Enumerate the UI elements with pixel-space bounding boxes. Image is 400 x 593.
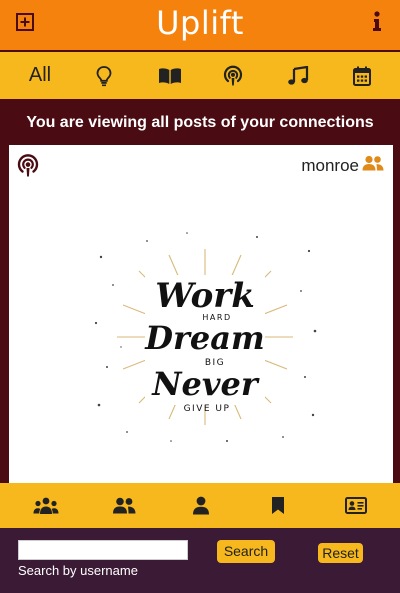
art-word-dream: Dream bbox=[144, 319, 265, 357]
info-button[interactable] bbox=[372, 10, 382, 32]
nav-bookmarks[interactable] bbox=[258, 483, 298, 528]
app-header: Uplift bbox=[0, 0, 400, 50]
connections-icon bbox=[113, 497, 136, 514]
bookmark-icon bbox=[272, 497, 284, 514]
filter-events[interactable] bbox=[350, 52, 374, 99]
post-type-badge bbox=[17, 154, 39, 183]
id-card-icon bbox=[345, 497, 367, 514]
filter-books[interactable] bbox=[157, 52, 183, 99]
groups-icon bbox=[33, 497, 59, 514]
reset-button[interactable]: Reset bbox=[318, 543, 363, 563]
search-hint-label: Search by username bbox=[18, 563, 138, 578]
search-button[interactable]: Search bbox=[217, 540, 275, 563]
podcast-icon bbox=[17, 154, 39, 177]
post-card[interactable]: monroe Work HARD Dream BIG Never GIVE UP bbox=[9, 145, 393, 483]
podcast-icon bbox=[223, 65, 243, 85]
feed-banner: You are viewing all posts of your connec… bbox=[0, 99, 400, 145]
profile-icon bbox=[193, 496, 209, 515]
nav-groups[interactable] bbox=[26, 483, 66, 528]
search-panel: Search by username Search Reset bbox=[0, 530, 400, 593]
art-word-give-up: GIVE UP bbox=[184, 404, 231, 414]
nav-profile[interactable] bbox=[181, 483, 221, 528]
calendar-icon bbox=[353, 66, 371, 86]
nav-connections[interactable] bbox=[104, 483, 144, 528]
info-icon bbox=[373, 11, 381, 31]
art-word-never: Never bbox=[151, 365, 260, 403]
username-search-input[interactable] bbox=[18, 540, 188, 560]
post-image: Work HARD Dream BIG Never GIVE UP bbox=[94, 232, 317, 442]
nav-contacts[interactable] bbox=[336, 483, 376, 528]
book-icon bbox=[159, 67, 181, 84]
filter-music[interactable] bbox=[285, 52, 311, 99]
lightbulb-icon bbox=[96, 65, 112, 86]
connections-icon bbox=[362, 155, 384, 171]
music-icon bbox=[288, 65, 309, 85]
bottom-nav bbox=[0, 483, 400, 528]
app-title: Uplift bbox=[156, 4, 244, 42]
art-word-work: Work bbox=[155, 276, 255, 316]
post-author[interactable]: monroe bbox=[301, 156, 359, 176]
category-filter-bar: All bbox=[0, 52, 400, 99]
filter-podcasts[interactable] bbox=[220, 52, 246, 99]
author-connection-badge bbox=[362, 155, 384, 176]
filter-ideas[interactable] bbox=[92, 52, 116, 99]
filter-all[interactable]: All bbox=[18, 52, 62, 99]
